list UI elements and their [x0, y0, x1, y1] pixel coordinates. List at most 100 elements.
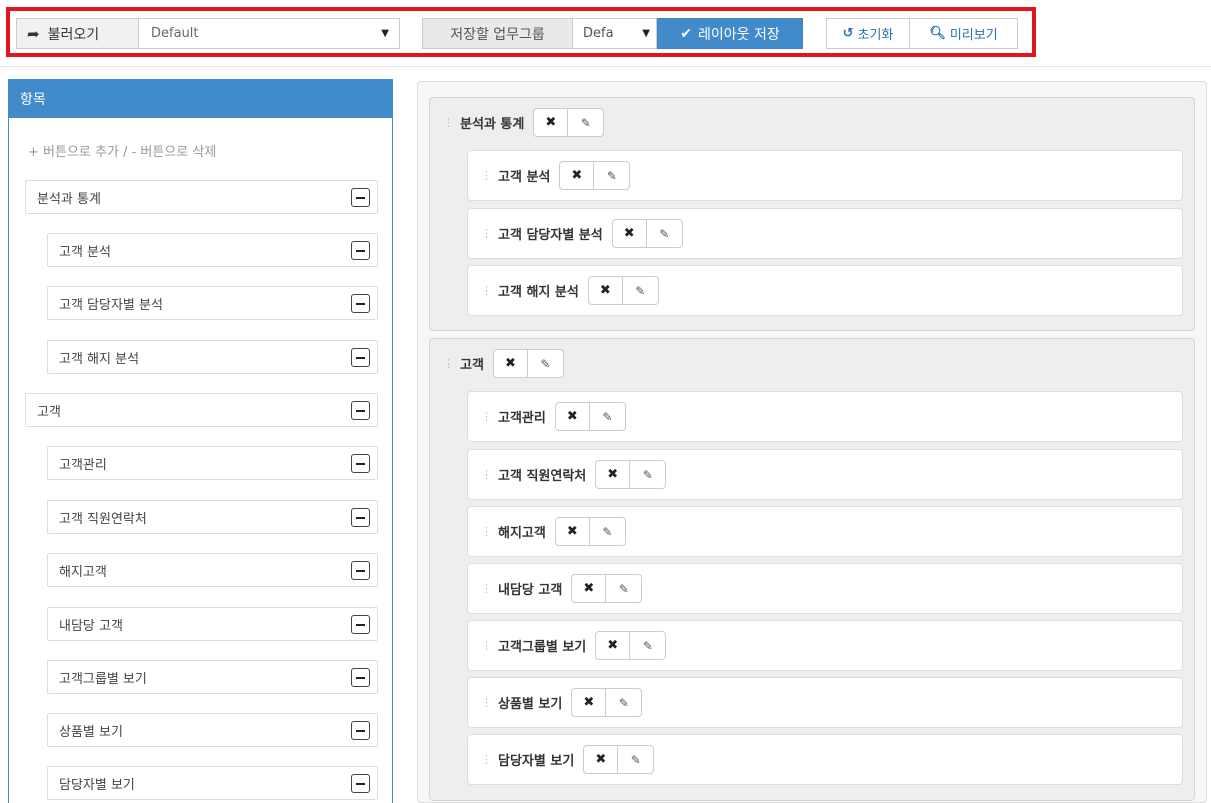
delete-button[interactable]: ✖	[560, 162, 595, 189]
edit-button[interactable]: ✎	[630, 632, 665, 659]
edit-button[interactable]: ✎	[606, 575, 641, 602]
remove-item-button[interactable]	[351, 721, 370, 740]
remove-item-button[interactable]	[351, 348, 370, 367]
edit-button[interactable]: ✎	[606, 689, 641, 716]
layout-item-header[interactable]: ⋮ 내담당 고객 ✖ ✎	[481, 574, 643, 603]
drag-handle-icon[interactable]: ⋮	[481, 640, 492, 651]
layout-item-title: 고객관리	[498, 411, 546, 426]
layout-item-header[interactable]: ⋮ 고객 해지 분석 ✖ ✎	[481, 276, 659, 305]
edit-button[interactable]: ✎	[623, 277, 658, 304]
edit-button[interactable]: ✎	[618, 746, 653, 773]
layout-item-title: 고객그룹별 보기	[498, 640, 587, 655]
delete-button[interactable]: ✖	[596, 632, 631, 659]
remove-item-button[interactable]	[351, 454, 370, 473]
group-title: 분석과 통계	[460, 117, 525, 132]
layout-select[interactable]: Default ▼	[138, 18, 400, 49]
list-item: 상품별 보기	[47, 713, 378, 747]
delete-button[interactable]: ✖	[572, 575, 607, 602]
remove-item-button[interactable]	[351, 615, 370, 634]
remove-item-button[interactable]	[351, 508, 370, 527]
delete-button[interactable]: ✖	[556, 518, 590, 545]
list-item: 고객 담당자별 분석	[47, 286, 378, 320]
drag-handle-icon[interactable]: ⋮	[481, 583, 492, 594]
drag-handle-icon[interactable]: ⋮	[481, 526, 492, 537]
edit-button[interactable]: ✎	[590, 403, 625, 430]
delete-button[interactable]: ✖	[596, 461, 631, 488]
reset-label: 초기화	[857, 28, 894, 43]
preview-button[interactable]: 🔍︎ 미리보기	[910, 18, 1018, 49]
drag-handle-icon[interactable]: ⋮	[481, 697, 492, 708]
edit-button[interactable]: ✎	[568, 109, 603, 136]
item-action-buttons: ✖ ✎	[571, 688, 643, 717]
remove-item-button[interactable]	[351, 561, 370, 580]
item-list-panel: 항목 + 버튼으로 추가 / - 버튼으로 삭제 분석과 통계 고객 분석 고객…	[8, 79, 393, 803]
layout-item-header[interactable]: ⋮ 고객 분석 ✖ ✎	[481, 161, 631, 190]
save-group-label: 저장할 업무그룹	[422, 18, 572, 49]
drag-handle-icon[interactable]: ⋮	[443, 117, 454, 128]
layout-item-title: 해지고객	[498, 526, 546, 541]
layout-item-header[interactable]: ⋮ 고객 담당자별 분석 ✖ ✎	[481, 219, 683, 248]
drag-handle-icon[interactable]: ⋮	[481, 170, 492, 181]
item-action-buttons: ✖ ✎	[611, 219, 683, 248]
remove-item-button[interactable]	[351, 188, 370, 207]
edit-button[interactable]: ✎	[647, 220, 682, 247]
group-select[interactable]: Defa ▼	[572, 18, 657, 49]
edit-button[interactable]: ✎	[528, 350, 563, 377]
list-item-label: 고객 해지 분석	[59, 351, 140, 367]
item-action-buttons: ✖ ✎	[571, 574, 643, 603]
list-item: 해지고객	[47, 553, 378, 587]
delete-button[interactable]: ✖	[556, 403, 590, 430]
save-layout-button[interactable]: ✔ 레이아웃 저장	[657, 18, 803, 49]
drag-handle-icon[interactable]: ⋮	[443, 358, 454, 369]
group-header[interactable]: ⋮ 고객 ✖ ✎	[443, 349, 564, 378]
item-action-buttons: ✖ ✎	[595, 460, 667, 489]
delete-button[interactable]: ✖	[584, 746, 619, 773]
edit-button[interactable]: ✎	[590, 518, 625, 545]
check-icon: ✔	[680, 25, 692, 42]
list-item: 내담당 고객	[47, 607, 378, 641]
delete-button[interactable]: ✖	[613, 220, 647, 247]
drag-handle-icon[interactable]: ⋮	[481, 469, 492, 480]
layout-item-header[interactable]: ⋮ 담당자별 보기 ✖ ✎	[481, 745, 655, 774]
remove-item-button[interactable]	[351, 774, 370, 793]
layout-item-title: 내담당 고객	[498, 583, 563, 598]
layout-select-value: Default	[151, 26, 199, 41]
layout-item-header[interactable]: ⋮ 상품별 보기 ✖ ✎	[481, 688, 643, 717]
list-item-label: 고객 분석	[59, 244, 111, 260]
share-arrow-icon: ➦	[27, 24, 40, 43]
group-header[interactable]: ⋮ 분석과 통계 ✖ ✎	[443, 108, 605, 137]
delete-button[interactable]: ✖	[572, 689, 607, 716]
save-layout-label: 레이아웃 저장	[698, 26, 780, 43]
list-item: 담당자별 보기	[47, 766, 378, 800]
edit-button[interactable]: ✎	[594, 162, 629, 189]
delete-button[interactable]: ✖	[589, 277, 623, 304]
reset-button[interactable]: ↺ 초기화	[826, 18, 910, 49]
drag-handle-icon[interactable]: ⋮	[481, 285, 492, 296]
layout-item-header[interactable]: ⋮ 고객관리 ✖ ✎	[481, 402, 626, 431]
drag-handle-icon[interactable]: ⋮	[481, 411, 492, 422]
list-item-label: 고객 담당자별 분석	[59, 297, 163, 313]
delete-button[interactable]: ✖	[534, 109, 569, 136]
layout-item-header[interactable]: ⋮ 고객 직원연락처 ✖ ✎	[481, 460, 667, 489]
layout-item-header[interactable]: ⋮ 고객그룹별 보기 ✖ ✎	[481, 631, 667, 660]
drag-handle-icon[interactable]: ⋮	[481, 754, 492, 765]
layout-item-header[interactable]: ⋮ 해지고객 ✖ ✎	[481, 517, 626, 546]
remove-item-button[interactable]	[351, 401, 370, 420]
load-button[interactable]: ➦ 불러오기	[16, 18, 138, 49]
list-item: 고객 직원연락처	[47, 500, 378, 534]
group-title: 고객	[460, 358, 484, 373]
layout-item-title: 고객 직원연락처	[498, 469, 587, 484]
delete-button[interactable]: ✖	[494, 350, 528, 377]
layout-item-title: 고객 분석	[498, 170, 551, 185]
remove-item-button[interactable]	[351, 294, 370, 313]
remove-item-button[interactable]	[351, 241, 370, 260]
edit-button[interactable]: ✎	[630, 461, 665, 488]
list-item-label: 해지고객	[59, 564, 107, 580]
list-item-label: 고객관리	[59, 457, 107, 473]
remove-item-button[interactable]	[351, 668, 370, 687]
preview-label: 미리보기	[949, 28, 998, 43]
drag-handle-icon[interactable]: ⋮	[481, 228, 492, 239]
layout-item-title: 담당자별 보기	[498, 754, 575, 769]
list-item-label: 고객그룹별 보기	[59, 671, 147, 687]
layout-item-title: 고객 해지 분석	[498, 285, 579, 300]
